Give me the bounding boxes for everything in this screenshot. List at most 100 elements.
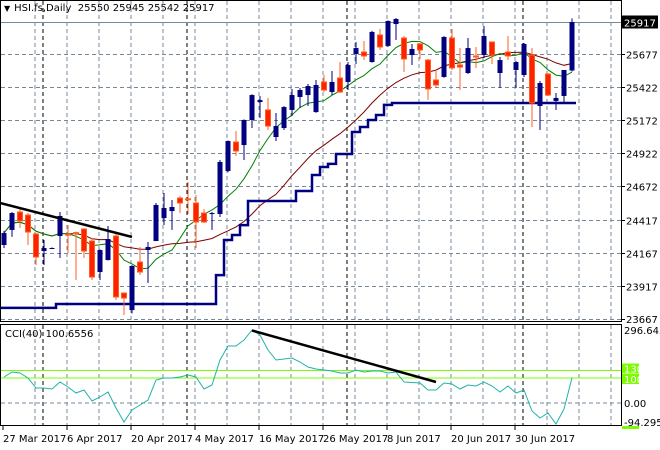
candle-body [257, 100, 263, 103]
bull-candle [41, 239, 47, 266]
candle-body [529, 54, 535, 104]
price-tick-label: 24167 [626, 250, 658, 261]
candle-body [161, 208, 167, 219]
candle-body [33, 233, 39, 258]
candle-body [97, 250, 103, 273]
candle-body [9, 213, 15, 230]
price-tick-label: 24417 [626, 217, 658, 228]
candle-body [305, 86, 311, 96]
bull-candle [257, 95, 263, 119]
candle-body [17, 211, 23, 222]
bear-candle [505, 36, 511, 61]
candle-body [233, 141, 239, 152]
bear-candle [113, 234, 119, 301]
cci-zero-label: 0.00 [624, 399, 646, 410]
candle-body [545, 73, 551, 96]
bull-candle [249, 94, 255, 129]
date-label: 6 Apr 2017 [67, 434, 122, 445]
candle-body [265, 109, 271, 127]
candle-body [241, 119, 247, 146]
bear-candle [545, 73, 551, 96]
bull-candle [145, 241, 151, 283]
candle-body [513, 62, 519, 70]
candle-body [489, 41, 495, 56]
candle-body [193, 202, 199, 223]
bear-candle [177, 196, 183, 214]
candle-body [385, 20, 391, 46]
cci-label: CCI(40) 100.6556 [5, 329, 93, 340]
bull-candle [153, 203, 159, 242]
cci-level-100-label: 100 [624, 375, 643, 386]
candle-body [49, 248, 55, 250]
candle-body [481, 36, 487, 56]
ma-slow-line [3, 51, 573, 250]
candle-body [289, 95, 295, 110]
date-label: 16 May 2017 [259, 434, 324, 445]
bear-candle [449, 29, 455, 70]
bear-candle [73, 231, 79, 280]
candle-body [281, 107, 287, 129]
cci-pane-frame [0, 324, 622, 426]
bear-candle [17, 206, 23, 228]
candle-body [1, 232, 7, 245]
candle-body [353, 48, 359, 54]
candle-body [41, 248, 47, 252]
candle-body [321, 81, 327, 91]
main-pane [0, 17, 576, 315]
bear-candle [489, 41, 495, 65]
bull-candle [9, 211, 15, 237]
candle-body [89, 240, 95, 278]
cci-trendline [251, 329, 437, 384]
bull-candle [569, 18, 575, 72]
bull-candle [393, 17, 399, 40]
candle-body [217, 161, 223, 214]
price-tick-label: 23667 [626, 315, 658, 326]
candle-body [105, 239, 111, 261]
bull-candle [129, 265, 135, 314]
ma-fast-line [3, 40, 573, 270]
current-price-label: 25917 [624, 19, 656, 30]
candle-body [377, 34, 383, 48]
bull-candle [513, 60, 519, 89]
candle-body [297, 90, 303, 98]
bear-candle [377, 29, 383, 51]
bear-candle [417, 43, 423, 60]
price-tick-label: 25172 [626, 117, 658, 128]
bear-candle [529, 48, 535, 127]
bear-candle [337, 62, 343, 94]
bear-candle [401, 36, 407, 72]
candle-body [65, 233, 71, 236]
candle-body [473, 55, 479, 58]
price-tick-label: 24922 [626, 150, 658, 161]
candle-body [201, 212, 207, 223]
price-chart[interactable]: 25917 25677 25422 25172 24922 24672 24417 24167… [0, 0, 660, 450]
bull-candle [553, 93, 559, 110]
candle-body [553, 97, 559, 101]
bear-candle [65, 225, 71, 254]
bull-candle [465, 38, 471, 75]
candle-body [121, 292, 127, 299]
bull-candle [97, 249, 103, 280]
candle-body [497, 60, 503, 73]
candle-body [153, 204, 159, 242]
bull-candle [313, 79, 319, 113]
support-line [1, 101, 576, 310]
candle-body [113, 235, 119, 298]
bull-candle [289, 88, 295, 117]
candle-body [249, 95, 255, 120]
bull-candle [273, 112, 279, 141]
bear-candle [321, 74, 327, 93]
bear-candle [361, 41, 367, 61]
bull-candle [345, 62, 351, 91]
price-tick-label: 23917 [626, 283, 658, 294]
date-label: 4 May 2017 [195, 434, 254, 445]
bear-candle [89, 237, 95, 280]
candle-body [361, 51, 367, 57]
candle-body [505, 51, 511, 57]
bull-candle [409, 43, 415, 65]
date-label: 30 Jun 2017 [515, 434, 575, 445]
candle-body [273, 126, 279, 138]
bull-candle [481, 26, 487, 58]
date-label: 8 Jun 2017 [387, 434, 441, 445]
bull-candle [225, 140, 231, 173]
